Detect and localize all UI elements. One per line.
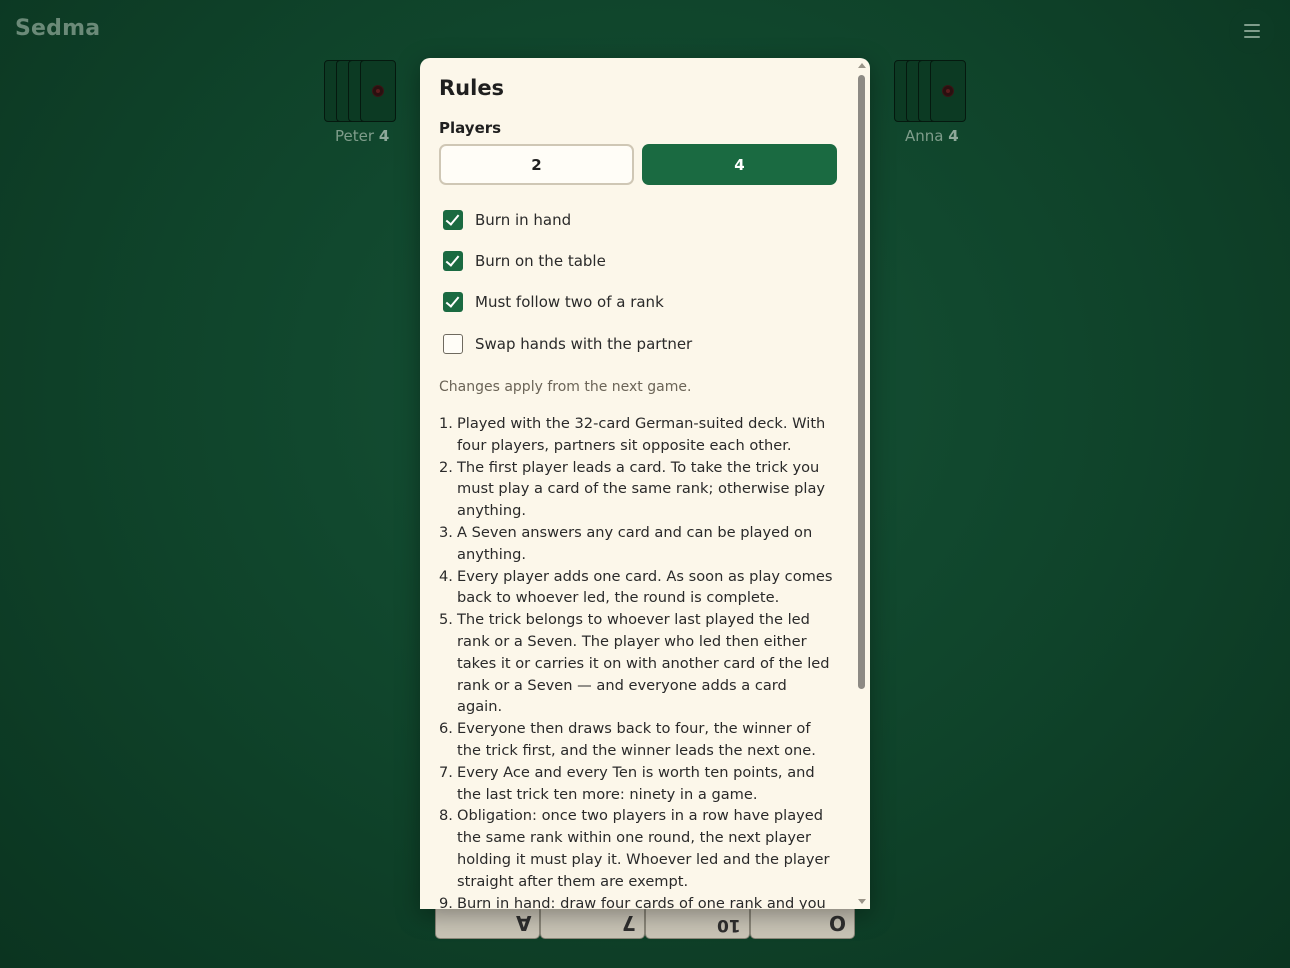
rule-item: 5. The trick belongs to whoever last play… bbox=[439, 611, 830, 716]
card-rank: 10 bbox=[717, 915, 741, 935]
card-rank: A bbox=[515, 911, 531, 935]
rule-item: 4. Every player adds one card. As soon as… bbox=[439, 567, 833, 607]
rules-list: 1. Played with the 32-card German-suited … bbox=[439, 413, 835, 909]
hand-card[interactable]: A bbox=[435, 905, 540, 939]
rule-item: 3. A Seven answers any card and can be pl… bbox=[439, 523, 813, 563]
opponent-name: Anna bbox=[905, 127, 944, 145]
card-rank: O bbox=[828, 911, 846, 935]
rule-item: 9. Burn in hand: draw four cards of one r… bbox=[439, 894, 826, 909]
card-back-emblem-icon bbox=[372, 85, 384, 97]
opponent-label: Anna 4 bbox=[905, 127, 959, 145]
option-label: Swap hands with the partner bbox=[475, 335, 693, 353]
hand-card[interactable]: 10 bbox=[645, 905, 750, 939]
card-back bbox=[360, 60, 396, 122]
scrollbar-thumb[interactable] bbox=[858, 75, 865, 689]
option-must-follow[interactable]: Must follow two of a rank bbox=[443, 291, 664, 313]
rule-item: 2. The first player leads a card. To take… bbox=[439, 458, 826, 520]
checkbox-checked-icon[interactable] bbox=[443, 251, 463, 271]
option-label: Must follow two of a rank bbox=[475, 293, 664, 311]
opponent-card-count: 4 bbox=[948, 127, 959, 145]
hand-card[interactable]: 7 bbox=[540, 905, 645, 939]
scroll-up-arrow-icon[interactable] bbox=[858, 63, 866, 68]
rule-item: 6. Everyone then draws back to four, the … bbox=[439, 720, 816, 759]
changes-note: Changes apply from the next game. bbox=[439, 379, 692, 395]
option-burn-on-table[interactable]: Burn on the table bbox=[443, 250, 606, 272]
players-option-2[interactable]: 2 bbox=[439, 144, 634, 185]
menu-button[interactable] bbox=[1229, 8, 1275, 54]
opponent-anna: Anna 4 bbox=[894, 60, 984, 145]
scrollbar[interactable] bbox=[854, 58, 870, 909]
option-burn-in-hand[interactable]: Burn in hand bbox=[443, 209, 571, 231]
option-label: Burn in hand bbox=[475, 211, 572, 229]
card-back bbox=[930, 60, 966, 122]
checkbox-checked-icon[interactable] bbox=[443, 292, 463, 312]
card-back-emblem-icon bbox=[942, 85, 954, 97]
opponent-label: Peter 4 bbox=[335, 127, 389, 145]
app-title: Sedma bbox=[15, 16, 101, 41]
rules-dialog: Rules Players 2 4 Burn in hand Burn on t… bbox=[420, 58, 870, 909]
opponent-name: Peter bbox=[335, 127, 375, 145]
option-swap-hands[interactable]: Swap hands with the partner bbox=[443, 333, 692, 355]
players-label: Players bbox=[439, 119, 502, 137]
rule-item: 1. Played with the 32-card German-suited … bbox=[439, 415, 826, 454]
rule-item: 7. Every Ace and every Ten is worth ten p… bbox=[439, 763, 815, 803]
opponent-hand bbox=[324, 60, 414, 122]
card-rank: 7 bbox=[622, 911, 636, 935]
checkbox-checked-icon[interactable] bbox=[443, 210, 463, 230]
opponent-hand bbox=[894, 60, 984, 122]
option-label: Burn on the table bbox=[475, 252, 606, 270]
players-option-4[interactable]: 4 bbox=[642, 144, 837, 185]
hand-card[interactable]: O bbox=[750, 905, 855, 939]
rule-item: 8. Obligation: once two players in a row … bbox=[439, 807, 830, 890]
opponent-peter: Peter 4 bbox=[324, 60, 414, 145]
scroll-down-arrow-icon[interactable] bbox=[858, 899, 866, 904]
opponent-card-count: 4 bbox=[378, 127, 390, 145]
hamburger-menu-icon bbox=[1244, 24, 1260, 38]
checkbox-unchecked-icon[interactable] bbox=[443, 334, 463, 354]
dialog-title: Rules bbox=[439, 76, 505, 100]
